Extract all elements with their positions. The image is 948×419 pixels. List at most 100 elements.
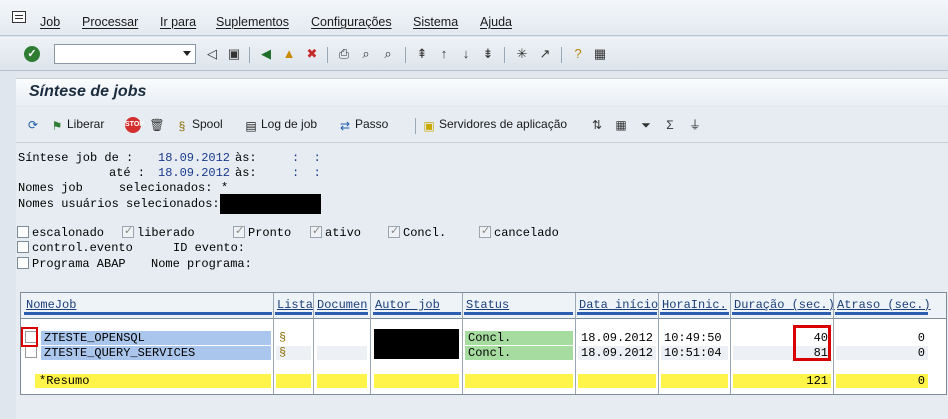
shortcut-icon[interactable]: ↗ <box>537 46 553 62</box>
summary-cell <box>578 374 656 388</box>
filter-cancelado-checkbox[interactable] <box>479 224 491 238</box>
job-name-cell[interactable]: ZTESTE_OPENSQL <box>41 331 271 345</box>
page-title: Síntese de jobs <box>29 83 147 100</box>
cancel-icon[interactable]: ✖ <box>304 46 320 62</box>
refresh-icon[interactable]: ⟳ <box>25 117 41 133</box>
lista-cell[interactable]: § <box>276 331 311 345</box>
filter-programa-abap-label: Programa ABAP <box>32 257 126 271</box>
dropdown-arrow-icon[interactable] <box>183 51 191 56</box>
filter-liberado-checkbox[interactable] <box>122 224 134 238</box>
menu-ir-para[interactable]: Ir para <box>160 15 196 29</box>
job-name-cell[interactable]: ZTESTE_QUERY_SERVICES <box>41 346 271 360</box>
row-select-checkbox[interactable] <box>25 346 37 358</box>
selection-time-from: : : <box>292 151 321 165</box>
find-next-icon[interactable]: ⌕ <box>380 46 396 62</box>
selection-time-label: às: <box>235 166 257 180</box>
filter-pronto-label: Pronto <box>248 226 292 240</box>
col-header-atraso[interactable]: Atraso (sec.) <box>835 298 931 315</box>
menu-processar[interactable]: Processar <box>82 15 138 29</box>
total-icon[interactable]: Σ <box>662 117 678 133</box>
servidores-button[interactable]: ▣ Servidores de aplicação <box>422 117 567 133</box>
print-icon[interactable]: ⎙ <box>336 46 352 62</box>
summary-cell <box>465 374 573 388</box>
col-header-documen[interactable]: Documen <box>315 298 368 315</box>
previous-page-icon[interactable]: ↑ <box>436 46 452 62</box>
find-icon[interactable]: ⌕ <box>358 46 374 62</box>
time-cell: 10:49:50 <box>661 331 728 345</box>
sort-ascending-icon[interactable]: ⇅ <box>589 117 605 133</box>
spool-button[interactable]: § Spool <box>175 117 223 133</box>
time-cell: 10:51:04 <box>661 346 728 360</box>
col-header-status[interactable]: Status <box>464 298 573 315</box>
save-icon[interactable]: ▣ <box>226 46 242 62</box>
collapse-arrow-icon[interactable]: ◁ <box>204 46 220 62</box>
col-header-data-inicio[interactable]: Data início <box>577 298 658 315</box>
filter-ativo-checkbox[interactable] <box>310 224 322 238</box>
layout-menu-icon[interactable]: ▦ <box>592 46 608 62</box>
col-header-horainic[interactable]: HoraInic. <box>660 298 729 315</box>
filter-icon[interactable]: ⏷ <box>638 117 654 133</box>
menu-configuracoes[interactable]: Configurações <box>311 15 392 29</box>
server-icon: ▣ <box>423 119 435 133</box>
summary-duration: 121 <box>733 374 831 388</box>
menu-sistema[interactable]: Sistema <box>413 15 458 29</box>
menu-job[interactable]: Job <box>40 15 60 29</box>
column-divider <box>575 293 576 394</box>
delete-trash-icon[interactable]: 🗑 <box>149 117 165 133</box>
summary-cell <box>374 374 459 388</box>
create-session-icon[interactable]: ✳ <box>514 46 530 62</box>
selection-from-label: Síntese job de : <box>18 151 134 165</box>
spool-label: Spool <box>192 117 223 131</box>
lista-cell[interactable]: § <box>276 346 311 360</box>
next-page-icon[interactable]: ↓ <box>458 46 474 62</box>
help-icon[interactable]: ? <box>570 46 586 62</box>
release-flag-icon: ⚑ <box>51 119 63 133</box>
last-page-icon[interactable]: ⇟ <box>480 46 496 62</box>
log-label: Log de job <box>261 117 318 131</box>
col-header-duracao[interactable]: Duração (sec.) <box>732 298 835 315</box>
selection-jobnames-label: Nomes job selecionados: <box>18 181 213 195</box>
column-divider <box>273 293 274 394</box>
col-header-lista[interactable]: Lista <box>275 298 313 315</box>
system-menu-icon[interactable] <box>12 11 26 23</box>
selection-jobnames-value: * <box>221 181 229 195</box>
documen-cell <box>317 346 367 360</box>
menu-suplementos[interactable]: Suplementos <box>216 15 289 29</box>
liberar-label: Liberar <box>67 117 105 131</box>
filter-control-evento-checkbox[interactable] <box>17 241 29 253</box>
date-cell: 18.09.2012 <box>578 346 656 360</box>
filter-cancelado-label: cancelado <box>494 226 559 240</box>
filter-pronto-checkbox[interactable] <box>233 224 245 238</box>
menu-ajuda[interactable]: Ajuda <box>480 15 512 29</box>
exit-icon[interactable]: ▲ <box>281 46 297 62</box>
filter-escalonado-checkbox[interactable] <box>17 226 29 238</box>
filter-programa-abap-checkbox[interactable] <box>17 257 29 269</box>
first-page-icon[interactable]: ⇞ <box>414 46 430 62</box>
application-toolbar: ⟳ ⚑ Liberar STOP 🗑 § Spool ▤ Log de job ⇄ Pa… <box>16 107 948 143</box>
choose-layout-icon[interactable]: ▦ <box>613 117 629 133</box>
job-table: NomeJob Lista Documen Autor job Status D… <box>20 292 947 395</box>
liberar-button[interactable]: ⚑ Liberar <box>50 117 105 133</box>
servidores-label: Servidores de aplicação <box>439 117 568 131</box>
summary-cell <box>276 374 311 388</box>
subtotal-icon[interactable]: ⏚ <box>687 117 703 133</box>
toolbar-separator <box>327 47 328 63</box>
system-toolbar: ✓ ◁ ▣ ◀ ▲ ✖ ⎙ ⌕ ⌕ ⇞ ↑ ↓ ⇟ ✳ ↗ ? ▦ <box>0 37 948 71</box>
selection-date-to: 18.09.2012 <box>158 166 231 180</box>
log-job-button[interactable]: ▤ Log de job <box>244 117 317 133</box>
stop-icon[interactable]: STOP <box>125 117 144 133</box>
passo-button[interactable]: ⇄ Passo <box>338 117 388 133</box>
command-field[interactable] <box>54 44 196 64</box>
selection-date-from: 18.09.2012 <box>158 151 231 165</box>
col-header-nomejob[interactable]: NomeJob <box>24 298 272 315</box>
program-name-label: Nome programa: <box>151 257 252 271</box>
column-divider <box>658 293 659 394</box>
column-divider <box>370 293 371 394</box>
passo-label: Passo <box>355 117 389 131</box>
back-icon[interactable]: ◀ <box>258 46 274 62</box>
filter-concl-checkbox[interactable] <box>388 224 400 238</box>
title-bar: Síntese de jobs <box>16 78 948 106</box>
enter-check-icon[interactable]: ✓ <box>24 46 40 62</box>
spool-scroll-icon: § <box>178 119 186 133</box>
col-header-autor-job[interactable]: Autor job <box>373 298 461 315</box>
